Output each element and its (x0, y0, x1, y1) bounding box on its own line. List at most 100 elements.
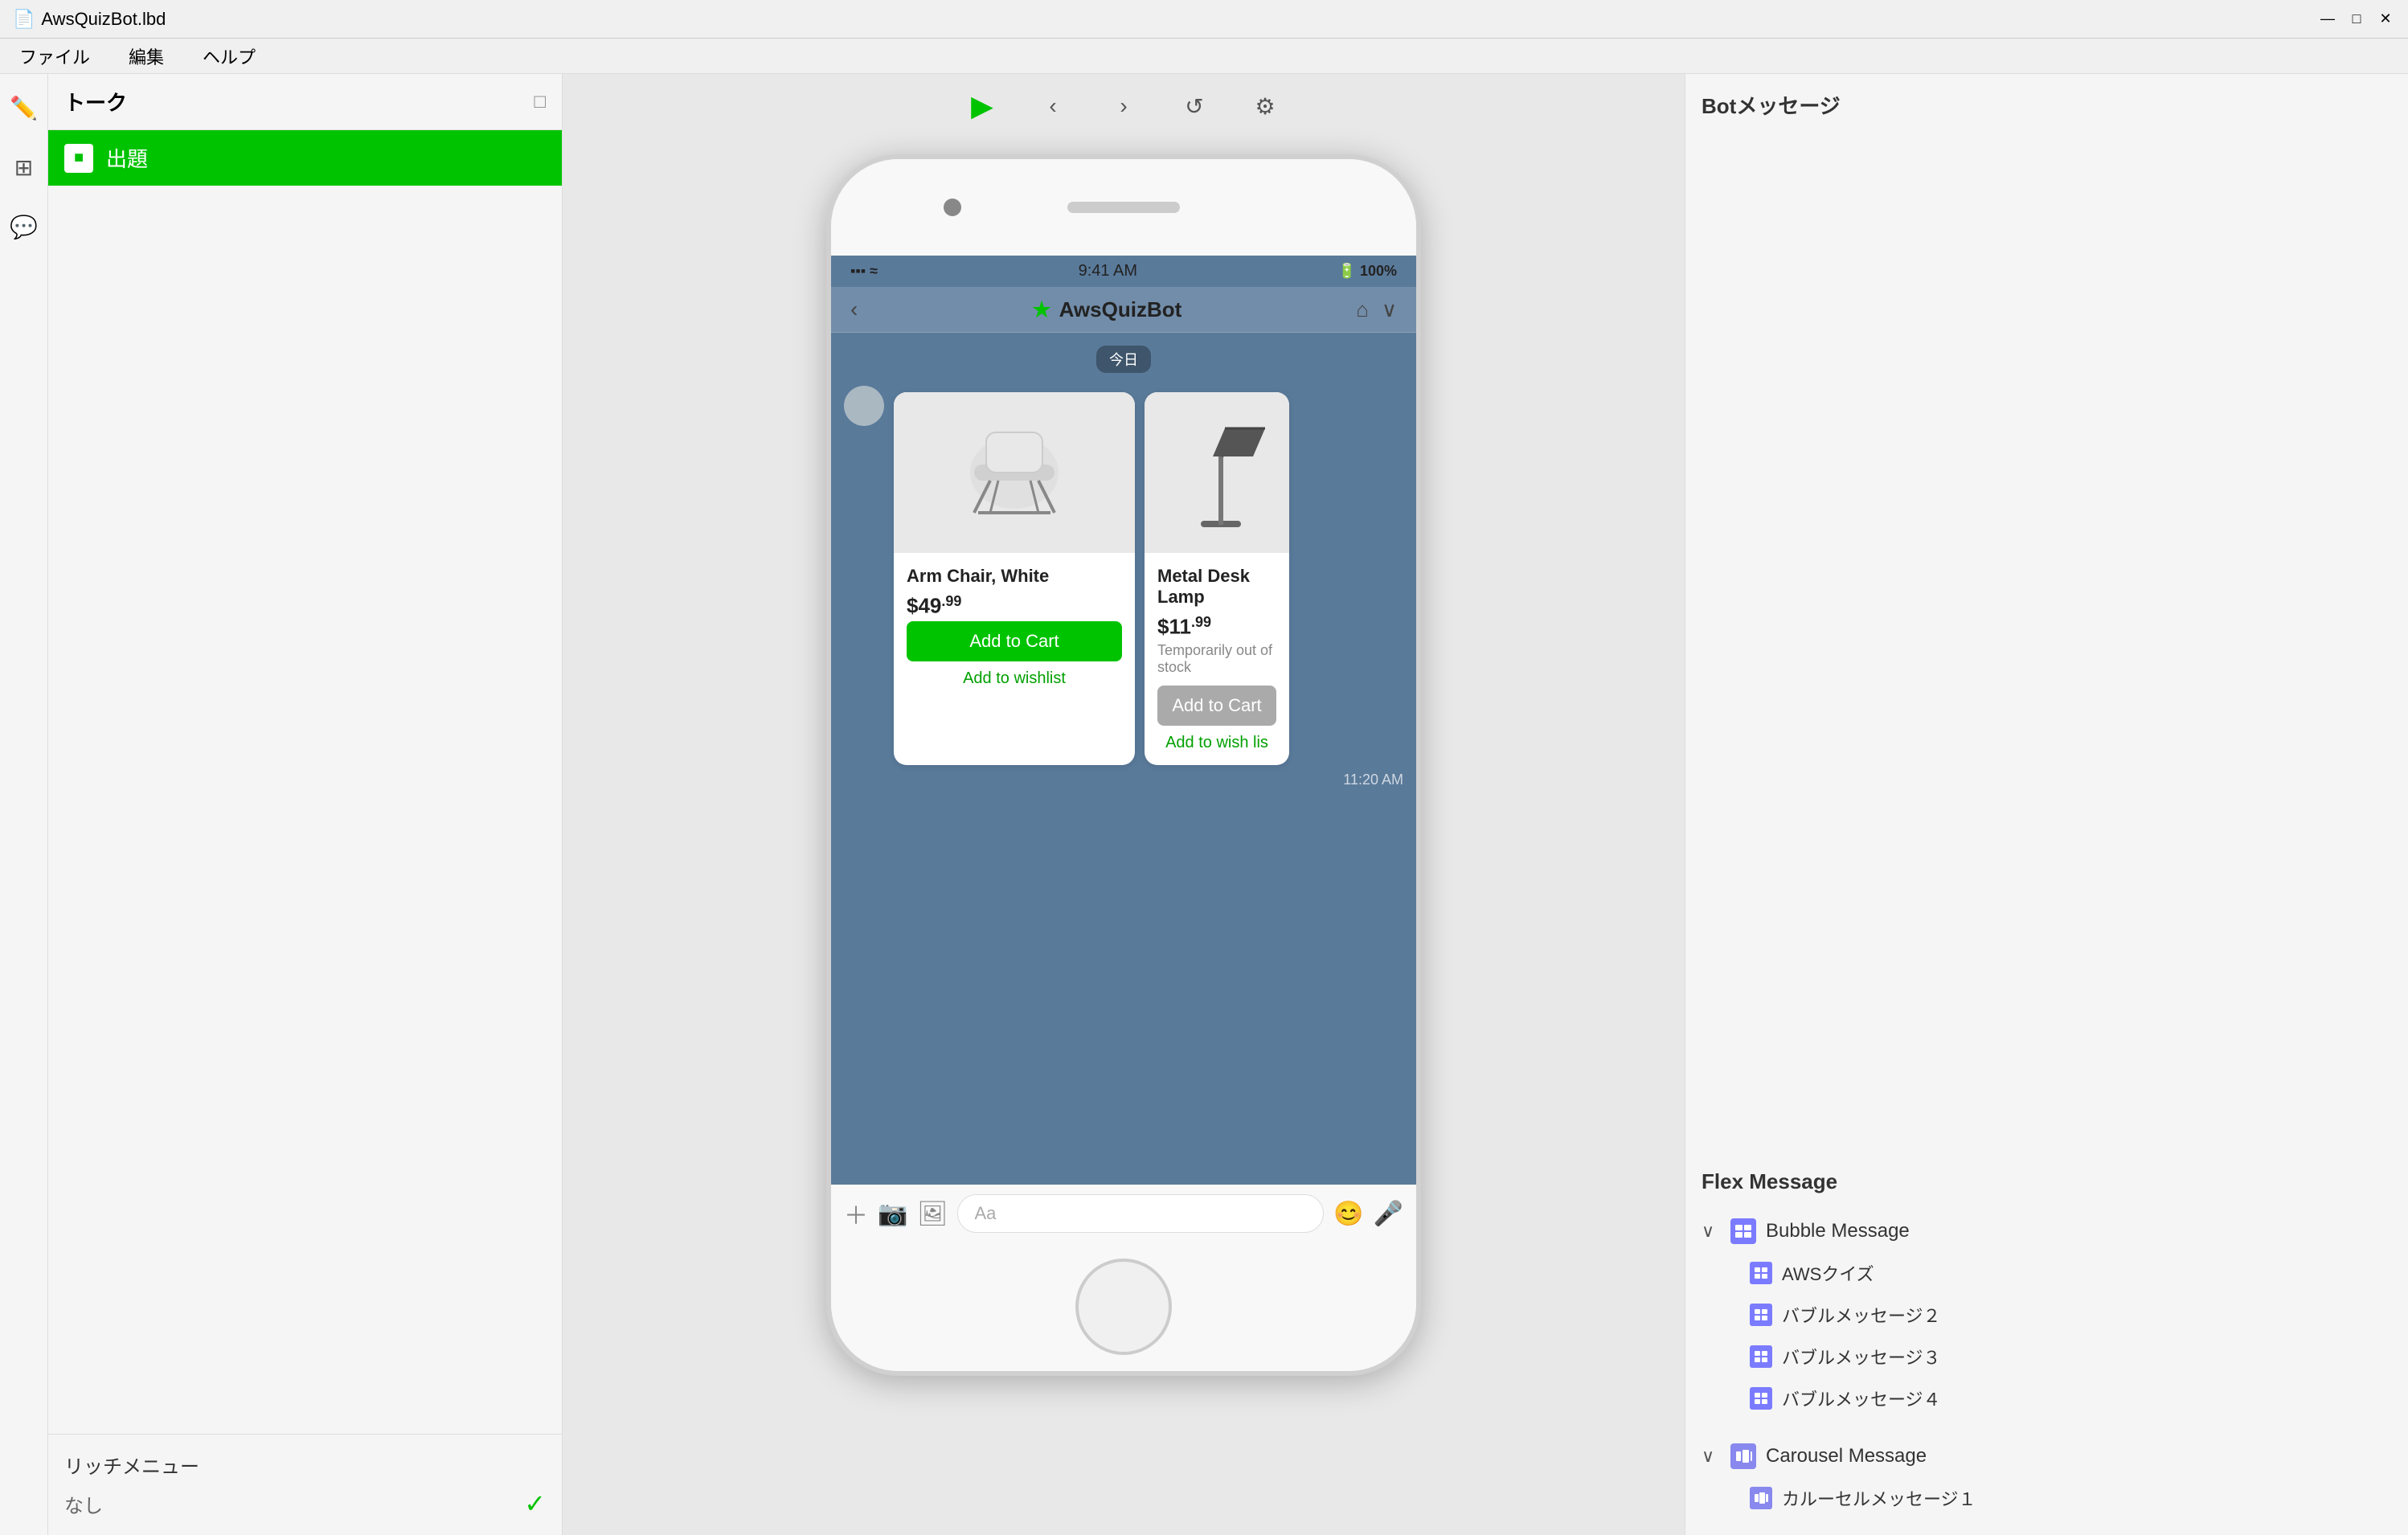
product-image-2 (1145, 392, 1289, 553)
chat-content: Arm Chair, White $49.99 Add to Cart Add … (831, 386, 1416, 1185)
product-name-1: Arm Chair, White (907, 566, 1122, 587)
app-icon: 📄 (13, 9, 35, 30)
carousel-children: カルーセルメッセージ１ (1702, 1477, 2392, 1519)
home-button[interactable] (1075, 1259, 1172, 1355)
add-to-cart-button-1[interactable]: Add to Cart (907, 621, 1122, 661)
grid-icon[interactable]: ⊞ (6, 149, 42, 185)
phone-screen: ▪▪▪ ≈ 9:41 AM 🔋 100% ‹ ★ AwsQuizBot ⌂ (831, 256, 1416, 1242)
product-price-1: $49.99 (907, 593, 1122, 618)
carousel-message-tree-item[interactable]: ∨ Carousel Message (1702, 1435, 2392, 1477)
message-group: Arm Chair, White $49.99 Add to Cart Add … (844, 386, 1403, 765)
bubble-child-label-2: バブルメッセージ３ (1782, 1344, 1941, 1369)
carousel-child-icon-0 (1750, 1487, 1772, 1509)
bubble-child-2[interactable]: バブルメッセージ３ (1750, 1336, 2392, 1377)
panel-close-icon[interactable]: □ (534, 91, 547, 113)
product-stock-2: Temporarily out of stock (1157, 642, 1276, 676)
message-timestamp: 11:20 AM (844, 772, 1403, 788)
phone-camera (944, 199, 961, 216)
talk-item-label: 出題 (106, 143, 148, 173)
status-time: 9:41 AM (1079, 262, 1137, 280)
forward-button[interactable]: › (1104, 87, 1143, 125)
play-button[interactable]: ▶ (963, 87, 1001, 125)
carousel-message-icon (1730, 1443, 1756, 1469)
rich-menu-section: リッチメニュー なし ✓ (48, 1434, 562, 1535)
bot-name: AwsQuizBot (1059, 297, 1182, 322)
star-icon: ★ (1032, 297, 1050, 322)
price-main-1: $49 (907, 593, 941, 617)
phone-container: ▪▪▪ ≈ 9:41 AM 🔋 100% ‹ ★ AwsQuizBot ⌂ (563, 138, 1685, 1535)
price-cents-1: .99 (941, 593, 961, 609)
menu-file[interactable]: ファイル (13, 40, 96, 72)
talk-item[interactable]: ■ 出題 (48, 130, 562, 186)
chat-input[interactable]: Aa (957, 1194, 1324, 1233)
back-icon[interactable]: ‹ (850, 297, 858, 322)
toolbar: ▶ ‹ › ↺ ⚙ (563, 74, 1685, 138)
carousel-child-0[interactable]: カルーセルメッセージ１ (1750, 1477, 2392, 1519)
rich-menu-title: リッチメニュー (64, 1451, 546, 1479)
bubble-child-1[interactable]: バブルメッセージ２ (1750, 1294, 2392, 1336)
chat-input-bar: ＋ 📷 🖼 Aa 😊 🎤 (831, 1185, 1416, 1242)
carousel-message-label: Carousel Message (1766, 1445, 1927, 1467)
restore-button[interactable]: □ (2347, 10, 2366, 29)
camera-icon[interactable]: 📷 (878, 1200, 907, 1228)
wishlist-link-2[interactable]: Add to wish lis (1157, 734, 1276, 752)
close-button[interactable]: ✕ (2376, 10, 2395, 29)
right-panel-title: Botメッセージ (1702, 90, 2392, 120)
menu-bar: ファイル 編集 ヘルプ (0, 39, 2408, 74)
left-panel: トーク □ ■ 出題 リッチメニュー なし ✓ (48, 74, 563, 1535)
carousel-child-label-0: カルーセルメッセージ１ (1782, 1485, 1976, 1511)
home-icon[interactable]: ⌂ (1356, 297, 1369, 322)
icon-bar: ✏️ ⊞ 💬 (0, 74, 48, 1535)
menu-help[interactable]: ヘルプ (196, 40, 262, 72)
mic-icon[interactable]: 🎤 (1374, 1200, 1403, 1228)
flex-message-section: Flex Message ∨ Bubble Message (1702, 1169, 2392, 1519)
image-icon[interactable]: 🖼 (917, 1200, 948, 1228)
product-price-2: $11.99 (1157, 614, 1276, 639)
chat-icon[interactable]: 💬 (6, 209, 42, 244)
window-title: AwsQuizBot.lbd (41, 9, 166, 30)
phone-bottom (831, 1242, 1416, 1371)
product-card-2: Metal Desk Lamp $11.99 Temporarily out o… (1145, 392, 1289, 765)
bubble-child-label-3: バブルメッセージ４ (1782, 1386, 1941, 1411)
bubble-message-tree-item[interactable]: ∨ Bubble Message (1702, 1210, 2392, 1252)
rich-menu-value: なし ✓ (64, 1488, 546, 1519)
check-icon: ✓ (524, 1488, 546, 1519)
main-layout: ✏️ ⊞ 💬 トーク □ ■ 出題 リッチメニュー なし ✓ ▶ ‹ › ↺ ⚙ (0, 74, 2408, 1535)
product-info-1: Arm Chair, White $49.99 Add to Cart Add … (894, 553, 1135, 701)
bubble-child-0[interactable]: AWSクイズ (1750, 1252, 2392, 1294)
signal-strength: ▪▪▪ ≈ (850, 263, 878, 280)
rich-menu-text: なし (64, 1490, 103, 1518)
emoji-icon[interactable]: 😊 (1333, 1200, 1363, 1228)
phone-top (831, 159, 1416, 256)
back-button[interactable]: ‹ (1034, 87, 1072, 125)
product-image-1 (894, 392, 1135, 553)
minimize-button[interactable]: — (2318, 10, 2337, 29)
edit-icon[interactable]: ✏️ (6, 90, 42, 125)
price-main-2: $11 (1157, 614, 1191, 638)
refresh-button[interactable]: ↺ (1175, 87, 1214, 125)
wishlist-link-1[interactable]: Add to wishlist (907, 669, 1122, 688)
menu-edit[interactable]: 編集 (122, 40, 170, 72)
panel-title: トーク (64, 87, 127, 117)
bubble-child-icon-2 (1750, 1345, 1772, 1368)
bubble-child-label-1: バブルメッセージ２ (1782, 1302, 1941, 1328)
price-cents-2: .99 (1191, 614, 1211, 630)
flex-message-title: Flex Message (1702, 1169, 2392, 1194)
title-bar-left: 📄 AwsQuizBot.lbd (13, 9, 166, 30)
bubble-child-icon-1 (1750, 1304, 1772, 1326)
add-to-cart-button-2[interactable]: Add to Cart (1157, 686, 1276, 726)
chevron-down-icon[interactable]: ∨ (1382, 297, 1397, 322)
bubble-child-label-0: AWSクイズ (1782, 1260, 1874, 1286)
product-card-1: Arm Chair, White $49.99 Add to Cart Add … (894, 392, 1135, 765)
chat-header-icons: ⌂ ∨ (1356, 297, 1397, 322)
talk-item-icon: ■ (64, 144, 93, 173)
bubble-child-icon-3 (1750, 1387, 1772, 1410)
product-info-2: Metal Desk Lamp $11.99 Temporarily out o… (1145, 553, 1289, 765)
settings-button[interactable]: ⚙ (1246, 87, 1284, 125)
lamp-svg (1153, 408, 1281, 537)
plus-icon[interactable]: ＋ (844, 1196, 868, 1231)
products-row: Arm Chair, White $49.99 Add to Cart Add … (894, 392, 1289, 765)
chat-title: ★ AwsQuizBot (1032, 297, 1181, 322)
bubble-child-3[interactable]: バブルメッセージ４ (1750, 1377, 2392, 1419)
date-text: 今日 (1096, 346, 1151, 373)
